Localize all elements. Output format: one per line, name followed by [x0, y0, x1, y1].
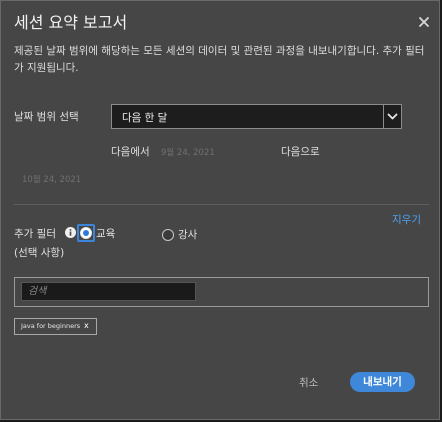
- chevron-down-icon: [387, 113, 398, 120]
- filters-optional-label: (선택 사항): [14, 247, 65, 259]
- radio-instructor[interactable]: [162, 229, 174, 241]
- date-range-select[interactable]: 다음 한 달: [111, 104, 402, 129]
- close-icon[interactable]: [417, 15, 431, 29]
- dialog-description: 제공된 날짜 범위에 해당하는 모든 세션의 데이터 및 관련된 과정을 내보내…: [14, 45, 425, 74]
- divider: [14, 204, 429, 205]
- info-icon[interactable]: [65, 227, 76, 238]
- filter-chip-label: Java for beginners: [21, 322, 81, 330]
- clear-filters-link[interactable]: 지우기: [392, 212, 421, 227]
- from-label: 다음에서: [111, 146, 150, 158]
- search-input[interactable]: [21, 282, 196, 301]
- date-range-label: 날짜 범위 선택: [14, 111, 79, 123]
- cancel-button[interactable]: 취소: [299, 375, 318, 390]
- dropdown-button[interactable]: [383, 105, 401, 128]
- to-label: 다음으로: [281, 146, 320, 158]
- remove-chip-button[interactable]: x: [84, 321, 89, 330]
- to-date[interactable]: 10월 24, 2021: [22, 173, 81, 185]
- export-dialog: 세션 요약 보고서 제공된 날짜 범위에 해당하는 모든 세션의 데이터 및 관…: [0, 0, 440, 420]
- dialog-title: 세션 요약 보고서: [14, 13, 128, 32]
- from-date[interactable]: 9월 24, 2021: [161, 146, 215, 158]
- radio-instructor-label[interactable]: 강사: [178, 227, 197, 242]
- filters-label: 추가 필터: [14, 228, 56, 240]
- date-range-value: 다음 한 달: [122, 112, 168, 124]
- radio-education[interactable]: [80, 227, 92, 239]
- search-panel: [14, 277, 429, 307]
- radio-education-label[interactable]: 교육: [96, 226, 115, 241]
- export-button[interactable]: 내보내기: [350, 372, 415, 392]
- filter-chip: Java for beginners x: [14, 318, 97, 335]
